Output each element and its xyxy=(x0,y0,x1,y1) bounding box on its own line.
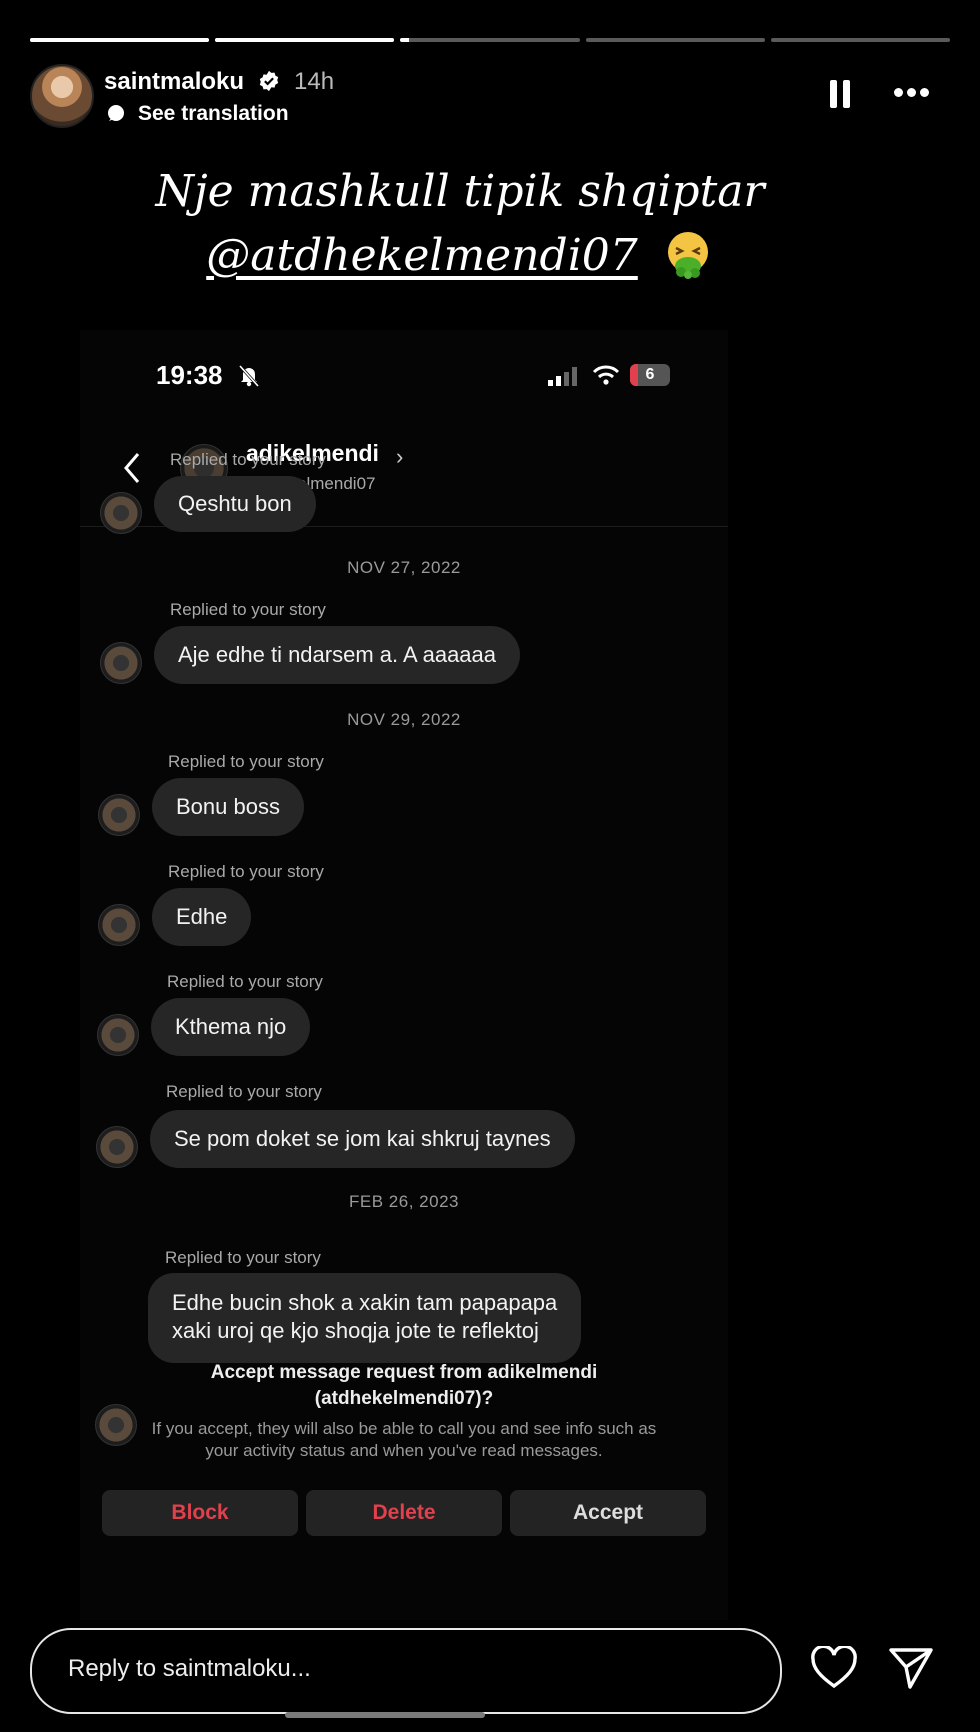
date-separator: FEB 26, 2023 xyxy=(349,1192,459,1211)
send-icon[interactable] xyxy=(888,1646,934,1690)
progress-segment xyxy=(770,38,951,42)
message-avatar xyxy=(100,642,142,684)
request-actions: Block Delete Accept xyxy=(102,1490,706,1536)
story-viewer: saintmaloku 14h See translation Nje mash… xyxy=(0,0,980,1732)
wifi-icon xyxy=(592,365,620,385)
replied-label: Replied to your story xyxy=(166,1082,322,1101)
request-title: Accept message request from adikelmendi … xyxy=(210,1362,598,1409)
battery-icon: 6 xyxy=(630,364,670,386)
message-avatar xyxy=(96,1126,138,1168)
replied-label: Replied to your story xyxy=(167,972,323,991)
username[interactable]: saintmaloku xyxy=(104,68,244,96)
replied-label: Replied to your story xyxy=(168,862,324,881)
status-bar-time: 19:38 xyxy=(156,360,223,390)
signal-icon xyxy=(548,367,577,386)
muted-bell-icon xyxy=(238,364,260,388)
date-separator: NOV 27, 2022 xyxy=(347,558,461,577)
see-translation-link[interactable]: See translation xyxy=(138,102,289,126)
story-header: saintmaloku 14h See translation xyxy=(30,64,950,128)
replied-label: Replied to your story xyxy=(168,752,324,771)
progress-segment xyxy=(400,38,580,42)
date-separator: NOV 29, 2022 xyxy=(347,710,461,729)
block-button[interactable]: Block xyxy=(102,1490,298,1536)
heart-icon[interactable] xyxy=(810,1646,858,1690)
story-caption: Nje mashkull tipik shqiptar @atdhekelmen… xyxy=(0,160,920,288)
message-avatar xyxy=(100,492,142,534)
message-bubble[interactable]: Bonu boss xyxy=(152,778,304,836)
dm-screenshot: 19:38 6 adikelmendi › atdhekelmendi07 Re… xyxy=(80,330,728,1620)
avatar[interactable] xyxy=(30,64,94,128)
story-progress xyxy=(30,38,951,42)
progress-segment xyxy=(30,38,210,42)
message-avatar xyxy=(98,794,140,836)
message-avatar xyxy=(97,1014,139,1056)
pause-icon[interactable] xyxy=(830,80,850,108)
post-time: 14h xyxy=(294,68,335,95)
request-description: If you accept, they will also be able to… xyxy=(151,1419,657,1460)
message-bubble[interactable]: Aje edhe ti ndarsem a. A aaaaaa xyxy=(154,626,521,684)
verified-badge-icon xyxy=(259,70,279,92)
back-arrow-icon[interactable] xyxy=(120,450,144,486)
caption-text: Nje mashkull tipik shqiptar xyxy=(155,166,765,217)
message-avatar xyxy=(98,904,140,946)
message-bubble[interactable]: Edhe bucin shok a xakin tam papapapa xak… xyxy=(148,1273,582,1363)
message-bubble[interactable]: Qeshtu bon xyxy=(154,476,316,532)
more-options-icon[interactable] xyxy=(892,86,932,100)
delete-button[interactable]: Delete xyxy=(306,1490,502,1536)
nauseated-face-icon xyxy=(667,232,708,279)
message-bubble[interactable]: Edhe xyxy=(152,888,252,946)
caption-mention[interactable]: @atdhekelmendi07 xyxy=(206,230,638,281)
home-indicator xyxy=(285,1712,485,1718)
replied-label: Replied to your story xyxy=(170,600,326,619)
message-bubble[interactable]: Se pom doket se jom kai shkruj taynes xyxy=(150,1110,575,1168)
progress-segment xyxy=(585,38,765,42)
reply-input[interactable]: Reply to saintmaloku... xyxy=(30,1628,782,1714)
translation-bubble-icon xyxy=(108,105,124,121)
accept-button[interactable]: Accept xyxy=(510,1490,706,1536)
progress-segment xyxy=(215,38,395,42)
status-bar-icons: 6 xyxy=(548,362,678,392)
battery-level: 6 xyxy=(645,366,655,383)
chevron-right-icon: › xyxy=(396,444,404,469)
replied-label: Replied to your story xyxy=(165,1248,321,1267)
reply-placeholder: Reply to saintmaloku... xyxy=(68,1655,311,1682)
message-request-panel: Accept message request from adikelmendi … xyxy=(80,1360,728,1462)
replied-label: Replied to your story xyxy=(170,450,326,469)
message-bubble[interactable]: Kthema njo xyxy=(151,998,311,1056)
